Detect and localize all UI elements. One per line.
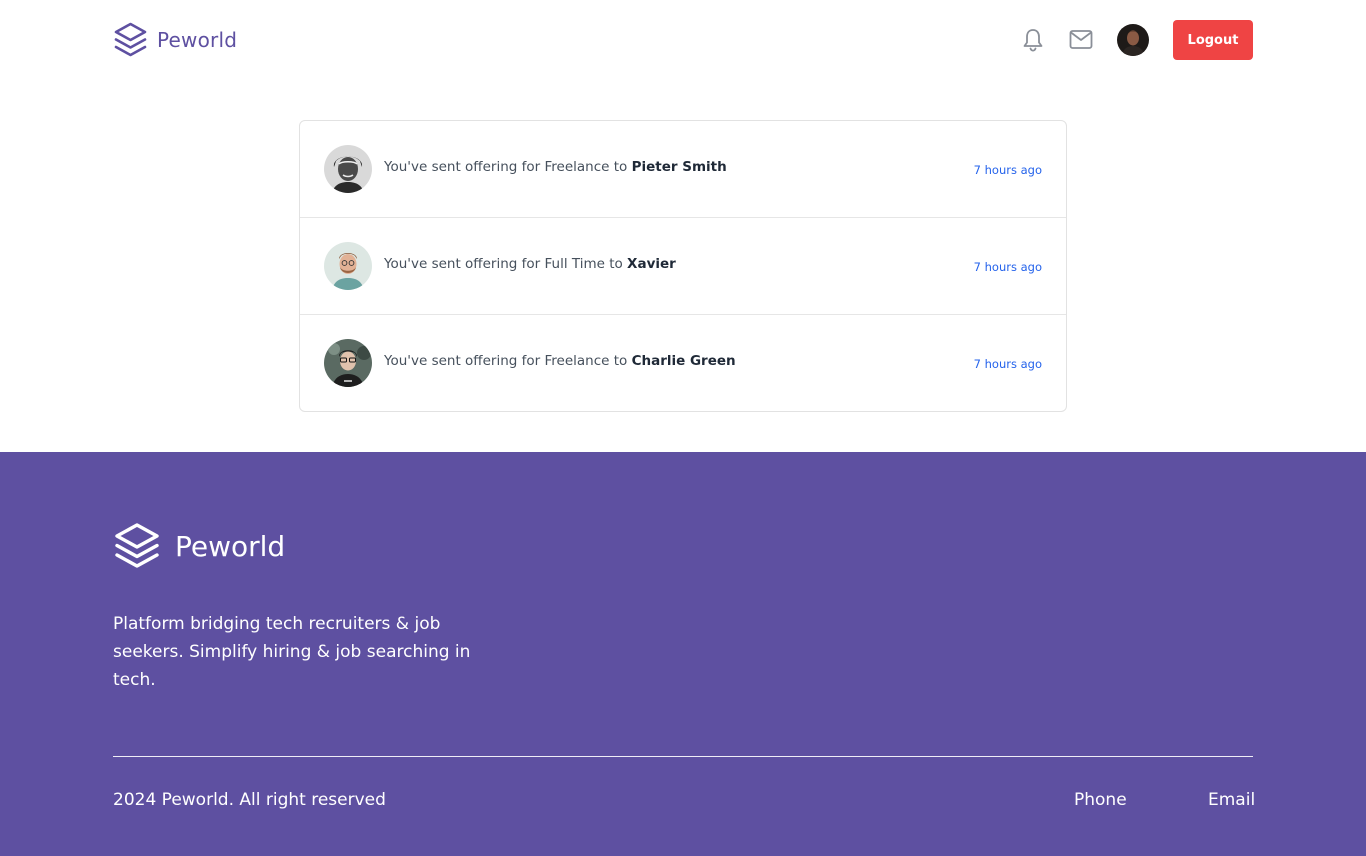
footer-brand-logo[interactable]: Peworld (113, 522, 285, 570)
logout-button[interactable]: Logout (1173, 20, 1253, 60)
footer-phone-link[interactable]: Phone (1074, 790, 1127, 810)
notification-time: 7 hours ago (973, 260, 1042, 274)
notification-time: 7 hours ago (973, 163, 1042, 177)
footer-description: Platform bridging tech recruiters & job … (113, 614, 471, 690)
notification-avatar (324, 145, 372, 193)
brand-name: Peworld (157, 28, 238, 52)
notification-prefix: You've sent offering for Freelance to (384, 159, 632, 175)
notification-time: 7 hours ago (973, 357, 1042, 371)
user-avatar[interactable] (1117, 24, 1149, 56)
notification-message: You've sent offering for Freelance to Ch… (384, 353, 736, 369)
notification-prefix: You've sent offering for Full Time to (384, 256, 628, 272)
notification-message: You've sent offering for Full Time to Xa… (384, 256, 676, 272)
notification-message: You've sent offering for Freelance to Pi… (384, 159, 727, 175)
notification-recipient: Pieter Smith (631, 159, 727, 175)
footer-email-link[interactable]: Email (1208, 790, 1255, 810)
top-navbar: Peworld Logout (0, 0, 1366, 80)
notification-avatar (324, 242, 372, 290)
footer-copyright: 2024 Peworld. All right reserved (113, 790, 386, 810)
notification-avatar (324, 339, 372, 387)
notification-prefix: You've sent offering for Freelance to (384, 353, 632, 369)
layers-icon (114, 22, 147, 57)
notification-item[interactable]: You've sent offering for Full Time to Xa… (300, 218, 1066, 315)
notification-recipient: Charlie Green (631, 353, 736, 369)
notification-item[interactable]: You've sent offering for Freelance to Ch… (300, 315, 1066, 411)
notification-item[interactable]: You've sent offering for Freelance to Pi… (300, 121, 1066, 218)
brand-logo-link[interactable]: Peworld (113, 22, 237, 58)
user-avatar-image (1117, 24, 1149, 56)
bell-icon[interactable] (1021, 27, 1045, 53)
notification-recipient: Xavier (627, 256, 676, 272)
footer-divider (113, 756, 1253, 757)
notification-list: You've sent offering for Freelance to Pi… (299, 120, 1067, 412)
footer: Peworld Platform bridging tech recruiter… (0, 452, 1366, 856)
layers-icon (115, 523, 159, 568)
mail-icon[interactable] (1069, 29, 1093, 50)
footer-brand-name: Peworld (175, 529, 286, 563)
